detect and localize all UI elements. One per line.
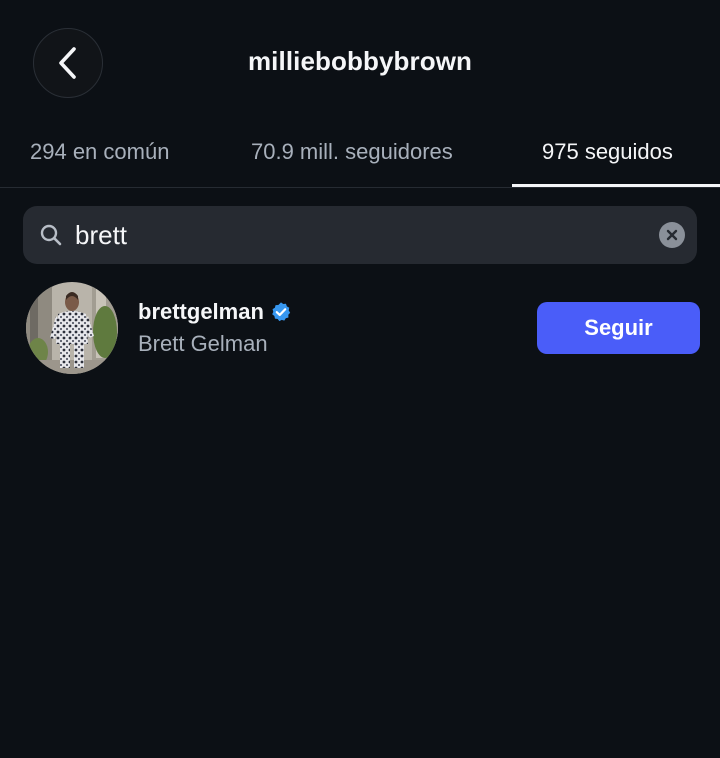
search-icon — [40, 224, 62, 246]
list-item[interactable]: brettgelman Brett Gelman Seguir — [0, 280, 720, 376]
verified-badge-icon — [272, 302, 291, 322]
header: milliebobbybrown — [0, 0, 720, 128]
username[interactable]: brettgelman — [138, 299, 264, 325]
clear-search-button[interactable] — [659, 222, 685, 248]
search-input[interactable] — [75, 216, 635, 254]
page-title: milliebobbybrown — [247, 46, 473, 76]
avatar[interactable] — [26, 282, 118, 374]
tab-bar: 294 en común 70.9 mill. seguidores 975 s… — [0, 128, 720, 188]
tab-mutual[interactable]: 294 en común — [30, 139, 169, 165]
tab-followers[interactable]: 70.9 mill. seguidores — [251, 139, 453, 165]
search-bar[interactable] — [23, 206, 697, 264]
full-name: Brett Gelman — [138, 331, 268, 356]
clear-icon — [666, 229, 678, 241]
username-line: brettgelman — [138, 299, 292, 325]
divider — [0, 187, 720, 188]
follow-button[interactable]: Seguir — [537, 302, 700, 354]
tab-following[interactable]: 975 seguidos — [542, 139, 673, 165]
